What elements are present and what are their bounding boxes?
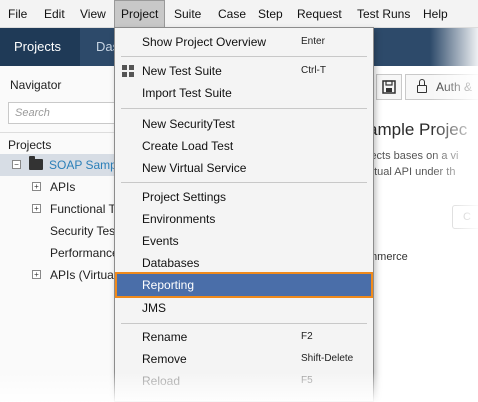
menu-item-jms[interactable]: JMS bbox=[116, 297, 372, 319]
expand-toggle-icon[interactable]: + bbox=[32, 204, 41, 213]
tree-item-label: APIs bbox=[50, 180, 76, 194]
project-menu-dropdown: Show Project Overview Enter New Test Sui… bbox=[114, 27, 374, 402]
menu-view[interactable]: View bbox=[74, 0, 112, 28]
tree-item-label: APIs (Virtua bbox=[50, 268, 114, 282]
collapse-toggle-icon[interactable]: − bbox=[12, 160, 21, 169]
menu-separator bbox=[121, 108, 367, 109]
project-description-line: irtual API under th bbox=[368, 166, 456, 178]
expand-toggle-icon[interactable]: + bbox=[32, 182, 41, 191]
navigator-title: Navigator bbox=[10, 78, 62, 92]
menu-file[interactable]: File bbox=[2, 0, 33, 28]
tree-item-project[interactable]: − SOAP Samp bbox=[0, 154, 118, 176]
menu-request[interactable]: Request bbox=[291, 0, 348, 28]
grid-icon bbox=[122, 65, 134, 77]
menu-item-remove[interactable]: Remove Shift-Delete bbox=[116, 348, 372, 370]
menu-item-import-test-suite[interactable]: Import Test Suite bbox=[116, 82, 372, 104]
navigator-panel: Navigator Search Projects − SOAP Samp + … bbox=[0, 66, 118, 402]
tree-item-label: Security Tes bbox=[50, 224, 116, 238]
expand-toggle-icon[interactable]: + bbox=[32, 270, 41, 279]
menu-separator bbox=[121, 323, 367, 324]
menu-item-create-load-test[interactable]: Create Load Test bbox=[116, 135, 372, 157]
tree-item-functional-tests[interactable]: + Functional T bbox=[0, 198, 118, 220]
auth-button[interactable]: Auth & bbox=[405, 74, 478, 100]
menu-item-rename[interactable]: Rename F2 bbox=[116, 326, 372, 348]
projects-label: Projects bbox=[8, 138, 52, 152]
menu-item-new-virtual-service[interactable]: New Virtual Service bbox=[116, 157, 372, 179]
menu-item-show-project-overview[interactable]: Show Project Overview Enter bbox=[116, 31, 372, 53]
menu-item-environments[interactable]: Environments bbox=[116, 208, 372, 230]
tree-item-performance[interactable]: Performance bbox=[0, 242, 118, 264]
menu-suite[interactable]: Suite bbox=[168, 0, 207, 28]
folder-icon bbox=[29, 156, 43, 170]
save-button[interactable] bbox=[376, 74, 402, 100]
menu-step[interactable]: Step bbox=[252, 0, 289, 28]
tree-item-label: Functional T bbox=[50, 202, 116, 216]
menu-item-databases[interactable]: Databases bbox=[116, 252, 372, 274]
menu-item-events[interactable]: Events bbox=[116, 230, 372, 252]
menu-item-new-security-test[interactable]: New SecurityTest bbox=[116, 113, 372, 135]
tree-item-security-tests[interactable]: Security Tes bbox=[0, 220, 118, 242]
project-title: ample Projec bbox=[368, 120, 468, 139]
menu-edit[interactable]: Edit bbox=[38, 0, 71, 28]
menu-project[interactable]: Project bbox=[114, 0, 166, 28]
menu-case[interactable]: Case bbox=[212, 0, 252, 28]
save-icon bbox=[382, 80, 396, 94]
menu-item-new-test-suite[interactable]: New Test Suite Ctrl-T bbox=[116, 60, 372, 82]
tab-projects[interactable]: Projects bbox=[0, 28, 80, 66]
menu-item-project-settings[interactable]: Project Settings bbox=[116, 186, 372, 208]
navigator-divider bbox=[0, 132, 118, 133]
menu-help[interactable]: Help bbox=[417, 0, 454, 28]
menu-bar: File Edit View Project Suite Case Step R… bbox=[0, 0, 478, 28]
tree-item-label: SOAP Samp bbox=[49, 158, 117, 172]
tree-item-apis-virtual[interactable]: + APIs (Virtua bbox=[0, 264, 118, 286]
tree-item-label: Performance bbox=[50, 246, 118, 260]
tree-item-apis[interactable]: + APIs bbox=[0, 176, 118, 198]
menu-separator bbox=[121, 182, 367, 183]
auth-label: Auth & bbox=[436, 80, 473, 94]
content-button[interactable]: C bbox=[452, 205, 478, 229]
menu-item-reporting[interactable]: Reporting bbox=[115, 272, 373, 298]
menu-separator bbox=[121, 56, 367, 57]
navigator-search-input[interactable]: Search bbox=[8, 102, 118, 124]
project-description-line: jects bases on a vi bbox=[368, 150, 459, 162]
menu-test-runs[interactable]: Test Runs bbox=[351, 0, 416, 28]
menu-item-reload: Reload F5 bbox=[142, 374, 313, 388]
